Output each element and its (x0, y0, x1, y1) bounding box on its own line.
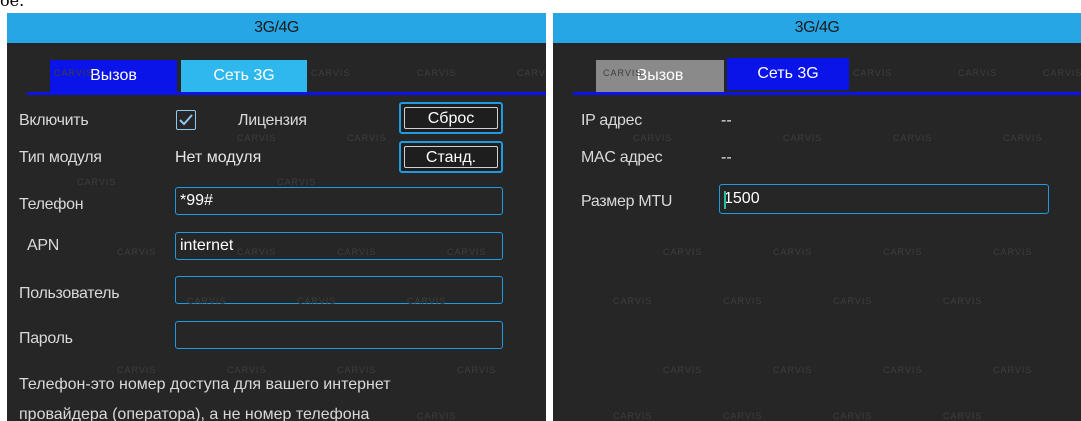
left-tab-network-3g[interactable]: Сеть 3G (181, 60, 307, 92)
right-tab-underline (573, 92, 1081, 95)
ip-address-label: IP адрес (581, 112, 642, 129)
mtu-size-input[interactable] (719, 184, 1049, 214)
right-title-bar: 3G/4G (553, 13, 1081, 43)
watermark: CARVIS (347, 133, 387, 143)
module-type-value: Нет модуля (175, 149, 262, 166)
watermark: CARVIS (417, 411, 457, 421)
watermark: CARVIS (883, 365, 923, 375)
mtu-size-label: Размер MTU (581, 193, 673, 210)
watermark: CARVIS (783, 133, 823, 143)
watermark: CARVIS (1043, 68, 1081, 78)
note-line-2: провайдера (оператора), а не номер телеф… (19, 406, 370, 421)
watermark: CARVIS (311, 68, 351, 78)
note-line-1: Телефон-это номер доступа для вашего инт… (19, 376, 391, 393)
left-tab-call[interactable]: Вызов (50, 60, 177, 92)
phone-label: Телефон (19, 196, 84, 213)
watermark: CARVIS (613, 411, 653, 421)
module-type-label: Тип модуля (19, 149, 102, 166)
ip-address-value: -- (721, 112, 732, 129)
left-title-bar: 3G/4G (7, 13, 546, 43)
left-settings-panel: 3G/4G Вызов Сеть 3G Включить Лицензия Сб… (7, 13, 546, 421)
right-settings-panel: 3G/4G Вызов Сеть 3G IP адрес -- MAC адре… (553, 13, 1081, 421)
text-caret (724, 191, 726, 209)
watermark: CARVIS (833, 411, 873, 421)
watermark: CARVIS (773, 365, 813, 375)
mac-address-value: -- (721, 149, 732, 166)
mac-address-label: MAC адрес (581, 149, 663, 166)
watermark: CARVIS (943, 296, 983, 306)
watermark: CARVIS (723, 296, 763, 306)
watermark: CARVIS (958, 68, 998, 78)
top-text-fragment: ое. (0, 0, 1081, 13)
watermark: CARVIS (773, 247, 813, 257)
right-tab-network-3g[interactable]: Сеть 3G (727, 58, 849, 90)
watermark: CARVIS (833, 296, 873, 306)
apn-input[interactable] (175, 232, 503, 260)
watermark: CARVIS (943, 411, 983, 421)
watermark: CARVIS (993, 247, 1033, 257)
watermark: CARVIS (457, 365, 497, 375)
top-fragment-text: ое. (0, 0, 25, 10)
password-input[interactable] (175, 321, 503, 349)
watermark: CARVIS (723, 411, 763, 421)
default-button-label: Станд. (404, 146, 498, 168)
watermark: CARVIS (277, 177, 317, 187)
watermark: CARVIS (993, 365, 1033, 375)
watermark: CARVIS (517, 68, 546, 78)
left-panel-title: 3G/4G (254, 19, 299, 36)
watermark: CARVIS (633, 133, 673, 143)
watermark: CARVIS (663, 247, 703, 257)
enable-label: Включить (19, 112, 89, 129)
watermark: CARVIS (613, 296, 653, 306)
user-input[interactable] (175, 276, 503, 304)
left-tab-underline (27, 92, 546, 95)
watermark: CARVIS (117, 247, 157, 257)
right-tab-call[interactable]: Вызов (596, 60, 724, 92)
watermark: CARVIS (117, 365, 157, 375)
password-label: Пароль (19, 330, 73, 347)
watermark: CARVIS (337, 365, 377, 375)
watermark: CARVIS (1003, 133, 1043, 143)
watermark: CARVIS (227, 365, 267, 375)
checkmark-icon (179, 114, 193, 126)
watermark: CARVIS (883, 247, 923, 257)
apn-label: APN (27, 237, 59, 254)
watermark: CARVIS (853, 68, 893, 78)
default-button[interactable]: Станд. (399, 141, 503, 173)
watermark: CARVIS (237, 133, 277, 143)
right-panel-title: 3G/4G (794, 19, 840, 36)
watermark: CARVIS (663, 365, 703, 375)
watermark: CARVIS (417, 68, 457, 78)
license-label: Лицензия (238, 112, 307, 129)
user-label: Пользователь (19, 285, 120, 302)
reset-button-label: Сброс (404, 107, 498, 129)
phone-input[interactable] (175, 187, 503, 215)
enable-checkbox[interactable] (176, 110, 196, 130)
reset-button[interactable]: Сброс (399, 102, 503, 134)
watermark: CARVIS (893, 133, 933, 143)
watermark: CARVIS (77, 177, 117, 187)
